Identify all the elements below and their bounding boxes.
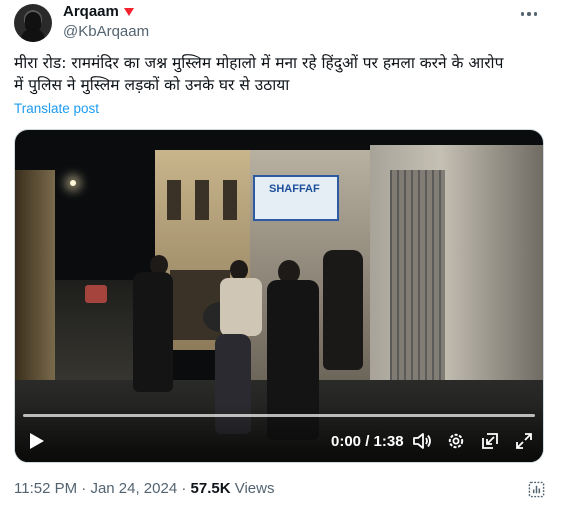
shop-sign: SHAFFAF (253, 175, 339, 221)
post-text-line: में पुलिस ने मुस्लिम लड़कों को उनके घर स… (14, 76, 290, 94)
fullscreen-icon[interactable] (514, 431, 534, 451)
post-meta: 11:52 PM · Jan 24, 2024 · 57.5K Views (14, 480, 274, 497)
person-figure (133, 272, 173, 392)
post-analytics-icon[interactable] (528, 481, 545, 498)
person-figure (323, 250, 363, 370)
views-count: 57.5K (190, 480, 231, 497)
parked-car (85, 285, 107, 303)
meta-separator: · (181, 480, 187, 497)
shop-sign-text: SHAFFAF (269, 183, 320, 195)
more-options-icon[interactable] (517, 6, 541, 22)
avatar-shoulders (21, 28, 45, 42)
post-time[interactable]: 11:52 PM (14, 480, 77, 497)
author-handle[interactable]: @KbArqaam (63, 23, 149, 40)
post-text-line: मीरा रोड: राममंदिर का जश्न मुस्लिम मोहाल… (14, 54, 504, 72)
author-row: Arqaam (63, 3, 135, 20)
red-heart-badge-icon (123, 7, 134, 16)
picture-in-picture-icon[interactable] (480, 431, 500, 451)
post-card: Arqaam @KbArqaam मीरा रोड: राममंदिर का ज… (0, 0, 563, 510)
post-text: मीरा रोड: राममंदिर का जश्न मुस्लिम मोहाल… (14, 52, 549, 96)
volume-icon[interactable] (412, 431, 432, 451)
views-label: Views (234, 480, 275, 497)
settings-gear-icon[interactable] (446, 431, 466, 451)
meta-separator: · (81, 480, 87, 497)
person-shirt (220, 278, 262, 336)
metal-gate (390, 170, 445, 380)
post-date[interactable]: Jan 24, 2024 (90, 480, 177, 497)
building-left (15, 170, 55, 410)
person-head (230, 260, 248, 280)
translate-post-link[interactable]: Translate post (14, 101, 99, 116)
video-progress-bar[interactable] (23, 414, 535, 417)
video-time: 0:00 / 1:38 (331, 433, 404, 450)
author-name[interactable]: Arqaam (63, 3, 119, 20)
play-icon[interactable] (29, 432, 45, 450)
street-lamp (70, 180, 76, 186)
avatar[interactable] (14, 4, 52, 42)
video-player[interactable]: SHAFFAF 0:00 / 1:38 (14, 129, 544, 463)
